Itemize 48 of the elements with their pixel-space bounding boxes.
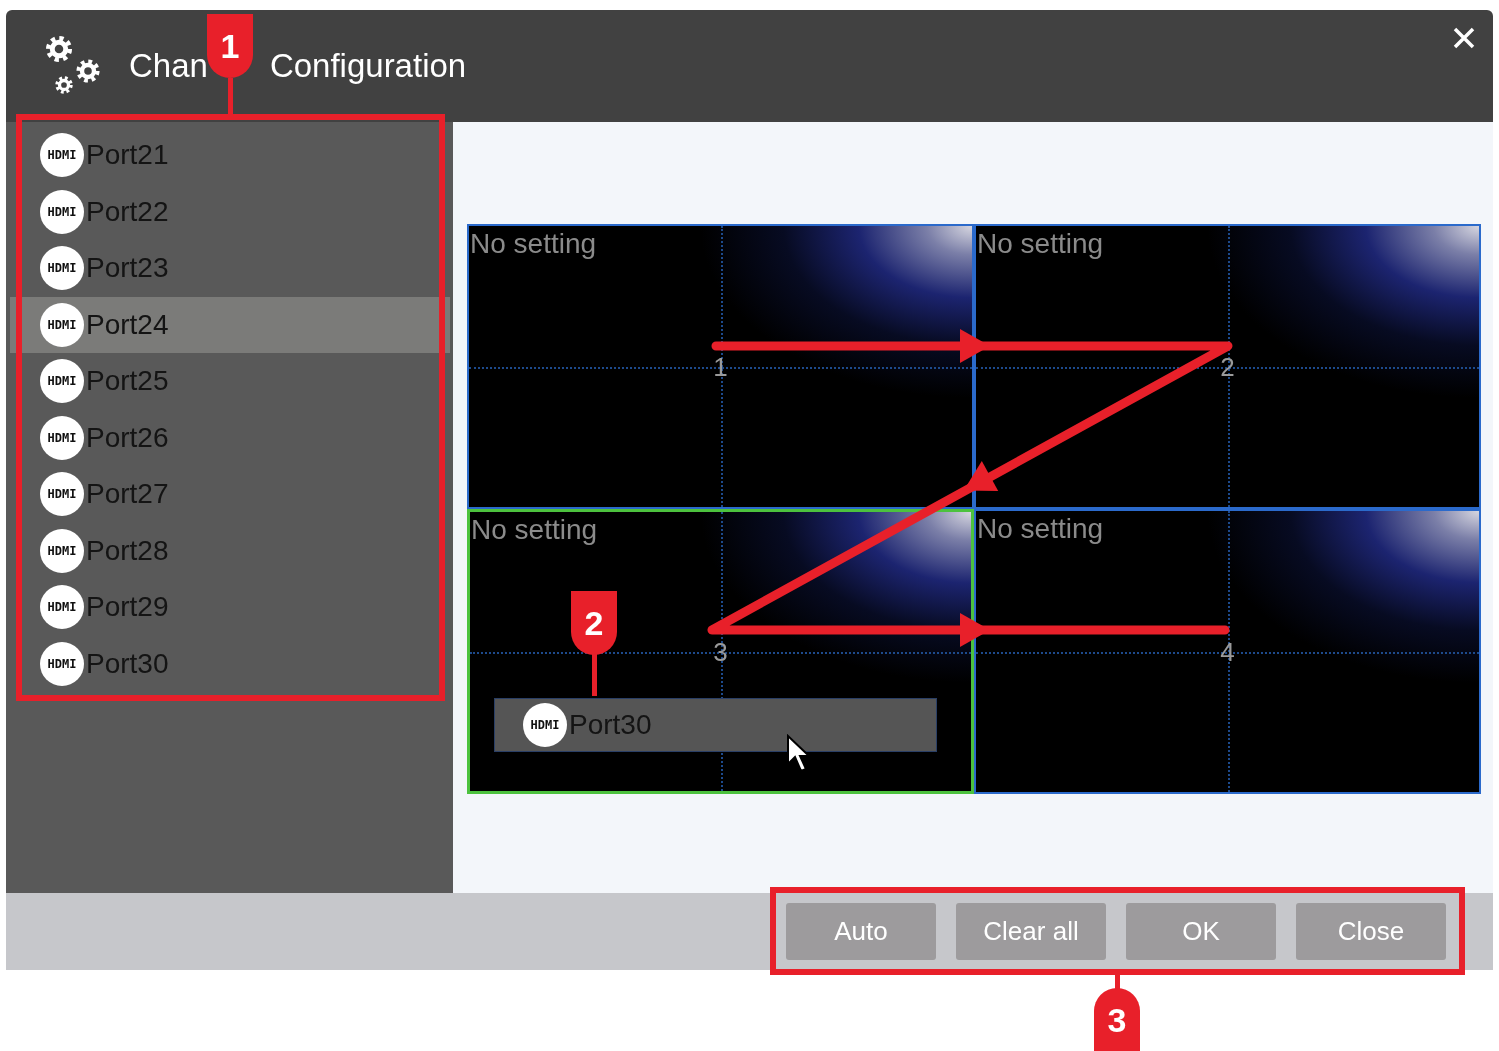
hdmi-icon: HDMI [40, 528, 84, 573]
hdmi-icon: HDMI [40, 415, 84, 460]
port-label: Port28 [86, 534, 169, 567]
screen-cell[interactable]: No setting 4 [974, 509, 1481, 794]
cell-number: 3 [713, 636, 728, 667]
port-label: Port30 [569, 709, 652, 741]
window-title: Configuration [269, 47, 467, 85]
callout-badge: 1 [207, 14, 253, 78]
cell-number: 4 [1220, 636, 1235, 667]
port-list-item[interactable]: HDMI Port23 [10, 240, 450, 297]
hdmi-icon: HDMI [40, 133, 84, 178]
port-list-item[interactable]: HDMI Port22 [10, 183, 450, 240]
port-label: Port27 [86, 478, 169, 511]
port-label: Port30 [86, 647, 169, 680]
hdmi-icon: HDMI [40, 472, 84, 517]
port-list-item[interactable]: HDMI Port27 [10, 466, 450, 523]
port-label: Port29 [86, 591, 169, 624]
hdmi-icon: HDMI [40, 246, 84, 291]
hdmi-icon: HDMI [523, 703, 567, 747]
port-label: Port23 [86, 252, 169, 285]
port-label: Port24 [86, 308, 169, 341]
cell-label: No setting [977, 513, 1104, 545]
cell-label: No setting [471, 514, 598, 546]
port-list-item[interactable]: HDMI Port24 [10, 296, 450, 353]
window-title: Chan [129, 47, 208, 85]
port-label: Port21 [86, 139, 169, 172]
port-list-item[interactable]: HDMI Port29 [10, 579, 450, 636]
hdmi-icon: HDMI [40, 359, 84, 404]
callout-badge: 3 [1094, 988, 1140, 1051]
screen-cell[interactable]: No setting 1 [467, 224, 974, 509]
cell-number: 1 [713, 351, 728, 382]
port-label: Port26 [86, 421, 169, 454]
port-list-item[interactable]: HDMI Port30 [10, 635, 450, 692]
port-label: Port25 [86, 365, 169, 398]
hdmi-icon: HDMI [40, 641, 84, 686]
port-label: Port22 [86, 195, 169, 228]
hdmi-icon: HDMI [40, 585, 84, 630]
cell-label: No setting [470, 228, 597, 260]
close-icon[interactable] [1452, 26, 1476, 50]
hdmi-icon: HDMI [40, 189, 84, 234]
port-list-item[interactable]: HDMI Port26 [10, 409, 450, 466]
hdmi-icon: HDMI [40, 302, 84, 347]
dragged-port-item[interactable]: HDMI Port30 [494, 698, 937, 752]
port-list-item[interactable]: HDMI Port28 [10, 522, 450, 579]
cell-label: No setting [977, 228, 1104, 260]
callout-badge: 2 [571, 591, 617, 655]
port-list-item[interactable]: HDMI Port21 [10, 127, 450, 184]
port-list-item[interactable]: HDMI Port25 [10, 353, 450, 410]
